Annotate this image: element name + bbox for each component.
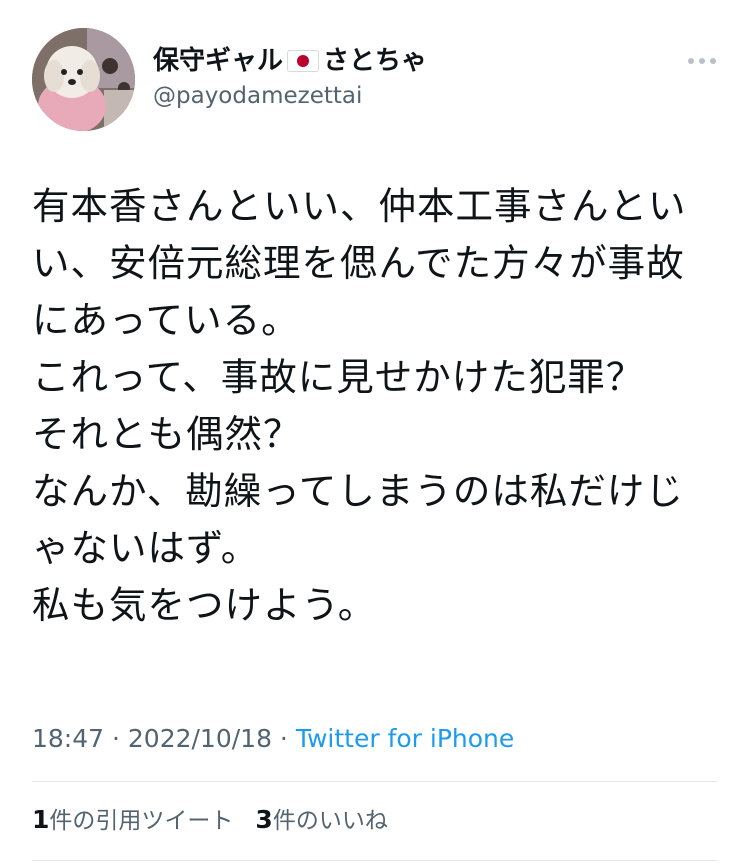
like-count: 3 (255, 805, 273, 834)
user-names: 保守ギャル さとちゃ @payodamezettai (153, 44, 427, 112)
meta-separator: · (104, 724, 128, 753)
more-options-icon[interactable] (688, 58, 716, 64)
more-dot (710, 58, 716, 64)
display-name[interactable]: 保守ギャル さとちゃ (153, 44, 427, 78)
quote-count: 1 (32, 805, 50, 834)
user-handle[interactable]: @payodamezettai (153, 80, 427, 112)
more-dot (699, 58, 705, 64)
like-label: 件のいいね (272, 808, 388, 834)
tweet-date[interactable]: 2022/10/18 (128, 724, 272, 753)
japan-flag-icon (287, 50, 320, 72)
quote-label: 件の引用ツイート (49, 808, 234, 834)
tweet-header: 保守ギャル さとちゃ @payodamezettai (32, 28, 722, 138)
display-name-part-2: さとちゃ (323, 46, 428, 76)
display-name-part-1: 保守ギャル (153, 46, 284, 76)
avatar[interactable] (32, 28, 135, 131)
tweet-source-link[interactable]: Twitter for iPhone (296, 724, 514, 753)
more-dot (688, 58, 694, 64)
meta-separator: · (271, 724, 296, 753)
tweet-stats: 1件の引用ツイート 3件のいいね (32, 803, 388, 838)
tweet-meta: 18:47 · 2022/10/18 · Twitter for iPhone (32, 722, 514, 756)
divider (32, 781, 717, 782)
divider (32, 860, 717, 861)
tweet-text: 有本香さんといい、仲本工事さんといい、安倍元総理を偲んでた方々が事故にあっている… (32, 184, 687, 627)
avatar-dog-image (32, 28, 135, 131)
quote-tweets-link[interactable]: 1件の引用ツイート (32, 805, 234, 834)
tweet-time[interactable]: 18:47 (32, 724, 104, 753)
likes-link[interactable]: 3件のいいね (255, 805, 388, 834)
tweet-detail: 保守ギャル さとちゃ @payodamezettai 有本香さんといい、仲本工事… (0, 0, 749, 865)
